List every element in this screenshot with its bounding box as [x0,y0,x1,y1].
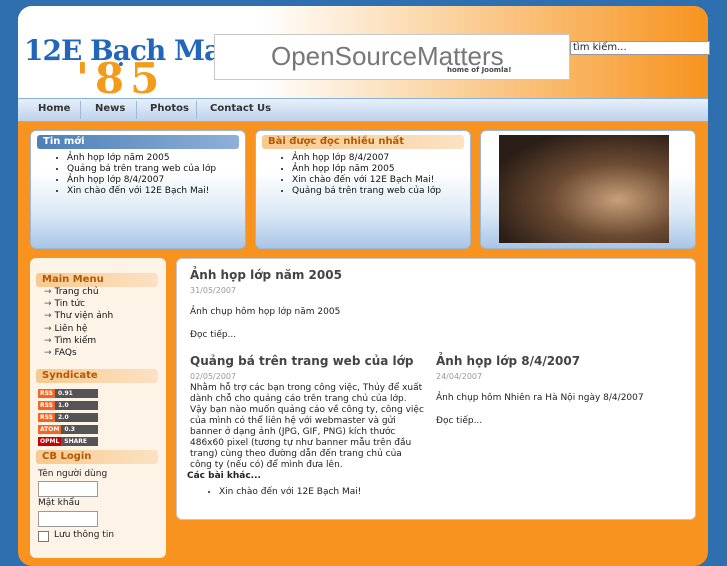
login-title: CB Login [36,450,158,464]
menu-item-news[interactable]: → Tin tức [44,298,113,310]
nav-divider [80,101,81,119]
other-articles-list: Xin chào đến với 12E Bạch Mai! [191,487,361,498]
remember-label: Lưu thông tin [54,530,115,540]
nav-news[interactable]: News [95,103,125,114]
popular-title: Bài được đọc nhiều nhất [262,135,464,149]
popular-item[interactable]: Quảng bá trên trang web của lớp [292,186,441,197]
nav-photos[interactable]: Photos [150,103,189,114]
arrow-icon: → [44,287,52,297]
latest-news-item[interactable]: Xin chào đến với 12E Bạch Mai! [67,186,216,197]
main-menu-title: Main Menu [36,273,158,287]
article-date: 24/04/2007 [436,372,483,381]
rss-091-button[interactable]: RSS 0.91 [38,389,98,398]
menu-item-contact[interactable]: → Liên hệ [44,323,113,335]
article-title[interactable]: Ảnh họp lớp năm 2005 [190,268,342,282]
article-title[interactable]: Quảng bá trên trang web của lớp [190,354,413,368]
article-date: 31/05/2007 [190,286,237,295]
latest-news-item[interactable]: Ảnh họp lớp năm 2005 [67,153,216,164]
arrow-icon: → [44,335,52,346]
top-nav: Home News Photos Contact Us [18,98,708,122]
search-input[interactable]: tìm kiếm... [570,41,710,55]
popular-item[interactable]: Ảnh họp lớp 8/4/2007 [292,153,441,164]
page-frame: 12E Bạch Mai '85 OpenSourceMatters home … [18,6,708,566]
nav-home[interactable]: Home [38,103,70,114]
rss-20-button[interactable]: RSS 2.0 [38,413,98,422]
article-text: Ảnh chụp hôm Nhiên ra Hà Nội ngày 8/4/20… [436,393,644,403]
popular-item[interactable]: Xin chào đến với 12E Bạch Mai! [292,175,441,186]
arrow-icon: → [44,348,52,359]
main-menu: → Trang chủ → Tin tức → Thư viện ảnh → Liên … [44,286,113,359]
rss-10-button[interactable]: RSS 1.0 [38,401,98,410]
banner-ad[interactable]: OpenSourceMatters home of Joomla! [214,34,570,80]
nav-divider [196,101,197,119]
other-article-link[interactable]: Xin chào đến với 12E Bạch Mai! [219,487,361,498]
arrow-icon: → [44,299,52,310]
syndicate-title: Syndicate [36,369,158,383]
password-field[interactable] [38,511,98,527]
class-photo[interactable] [499,135,669,243]
latest-news-list: Ảnh họp lớp năm 2005 Quảng bá trên trang… [53,153,216,197]
article-text: Ảnh chụp hôm họp lớp năm 2005 [190,307,341,317]
nav-divider [136,101,137,119]
article-title[interactable]: Ảnh họp lớp 8/4/2007 [436,354,580,368]
other-articles-label: Các bài khác... [187,471,261,481]
menu-item-gallery[interactable]: → Thư viện ảnh [44,310,113,322]
article-text: Nhằm hỗ trợ các bạn trong công việc, Thủ… [190,383,424,470]
latest-news-item[interactable]: Ảnh họp lớp 8/4/2007 [67,175,216,186]
photo-box [480,130,696,249]
read-more-link[interactable]: Đọc tiếp... [190,330,236,340]
popular-item[interactable]: Ảnh họp lớp năm 2005 [292,164,441,175]
popular-list: Ảnh họp lớp 8/4/2007 Ảnh họp lớp năm 200… [278,153,441,197]
username-label: Tên người dùng [38,469,108,479]
latest-news-box: Tin mới Ảnh họp lớp năm 2005 Quảng bá tr… [30,130,246,249]
menu-item-home[interactable]: → Trang chủ [44,286,113,298]
latest-news-item[interactable]: Quảng bá trên trang web của lớp [67,164,216,175]
read-more-link[interactable]: Đọc tiếp... [436,416,482,426]
username-field[interactable] [38,481,98,497]
main-content: Ảnh họp lớp năm 2005 31/05/2007 Ảnh chụp… [176,258,696,520]
left-sidebar: Main Menu → Trang chủ → Tin tức → Thư viện … [30,258,166,558]
latest-news-title: Tin mới [37,135,239,149]
popular-box: Bài được đọc nhiều nhất Ảnh họp lớp 8/4/… [255,130,471,249]
arrow-icon: → [44,323,52,334]
menu-item-faqs[interactable]: → FAQs [44,347,113,359]
password-label: Mật khẩu [38,498,80,508]
banner-subtitle: home of Joomla! [447,66,512,74]
remember-checkbox[interactable] [38,531,49,542]
atom-button[interactable]: ATOM 0.3 [38,425,98,434]
article-date: 02/05/2007 [190,372,237,381]
arrow-icon: → [44,311,52,322]
site-logo-year: '85 [76,54,166,103]
opml-button[interactable]: OPMLSHARE IT! [38,437,98,454]
menu-item-search[interactable]: → Tìm kiếm [44,335,113,347]
nav-contact[interactable]: Contact Us [210,103,271,114]
